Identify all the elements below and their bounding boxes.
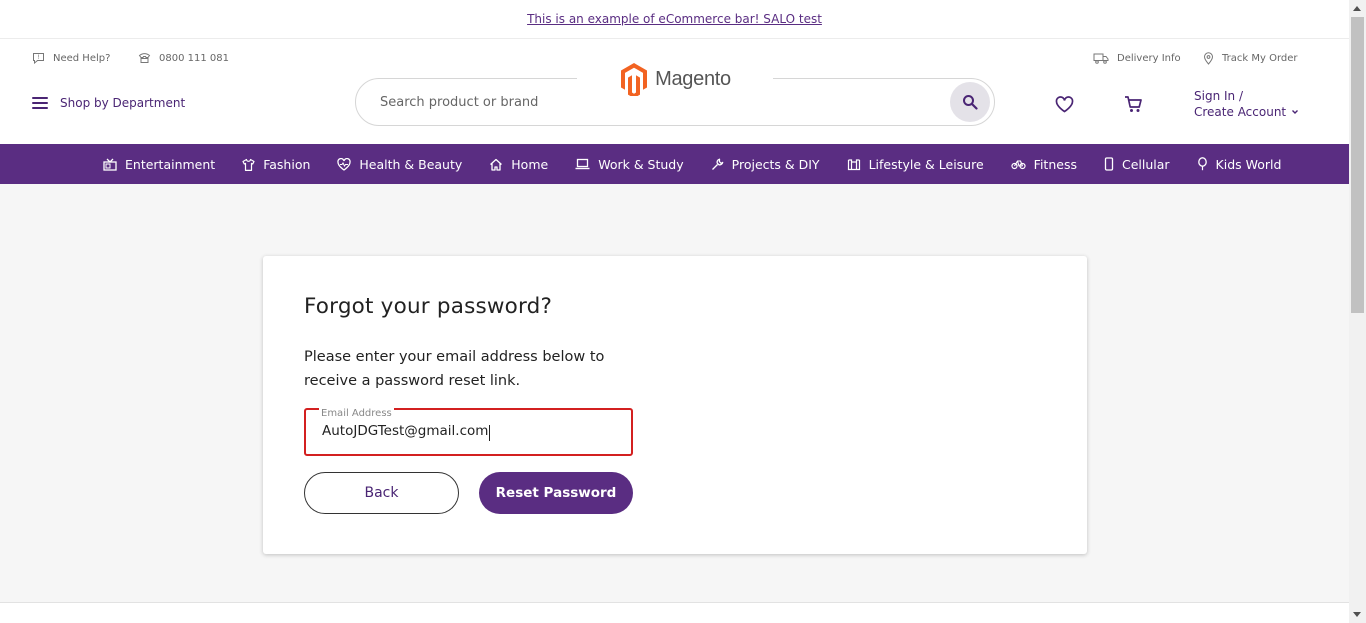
phone-icon — [1104, 157, 1114, 171]
scroll-down-arrow-icon[interactable] — [1353, 612, 1361, 617]
nav-label: Health & Beauty — [359, 156, 463, 172]
need-help-label: Need Help? — [53, 52, 111, 64]
page: This is an example of eCommerce bar! SAL… — [0, 0, 1349, 623]
logo-text: Magento — [655, 67, 731, 90]
back-button[interactable]: Back — [304, 472, 459, 514]
page-title: Forgot your password? — [304, 294, 553, 319]
scroll-up-arrow-icon[interactable] — [1353, 6, 1361, 11]
telephone-icon — [138, 53, 151, 63]
delivery-info-link[interactable]: Delivery Info — [1093, 52, 1181, 64]
phone-link[interactable]: 0800 111 081 — [138, 52, 229, 64]
email-field-label: Email Address — [319, 408, 394, 420]
header: ! Need Help? 0800 111 081 Delivery Info … — [0, 39, 1349, 144]
nav-label: Work & Study — [598, 156, 684, 172]
nav-item-kids-world[interactable]: Kids World — [1197, 156, 1282, 172]
chevron-down-icon — [1292, 110, 1299, 114]
sign-in-link[interactable]: Sign In / — [1194, 88, 1299, 104]
nav-item-fitness[interactable]: Fitness — [1011, 157, 1077, 172]
laptop-icon — [575, 158, 590, 170]
cart-button[interactable] — [1124, 95, 1143, 118]
search-icon — [963, 95, 978, 110]
nav-label: Entertainment — [125, 156, 216, 172]
nav-label: Kids World — [1215, 156, 1282, 172]
truck-icon — [1093, 53, 1109, 64]
footer-divider — [0, 602, 1349, 623]
text-cursor — [489, 425, 491, 441]
nav-item-cellular[interactable]: Cellular — [1104, 157, 1170, 172]
shop-by-department-button[interactable]: Shop by Department — [32, 96, 185, 110]
nav-label: Home — [511, 156, 549, 172]
tv-icon — [103, 158, 117, 171]
balloon-icon — [1197, 157, 1207, 171]
nav-item-fashion[interactable]: Fashion — [242, 157, 310, 172]
search-button[interactable] — [950, 82, 990, 122]
nav-label: Projects & DIY — [731, 156, 820, 172]
email-input[interactable] — [322, 423, 612, 439]
nav-label: Fitness — [1033, 156, 1077, 172]
shopping-cart-icon — [1125, 96, 1142, 112]
forgot-password-card: Forgot your password? Please enter your … — [263, 256, 1087, 554]
nav-label: Lifestyle & Leisure — [868, 156, 984, 172]
nav-item-entertainment[interactable]: Entertainment — [103, 157, 215, 172]
shirt-icon — [242, 158, 255, 171]
email-field: Email Address — [304, 408, 633, 456]
nav-item-lifestyle-leisure[interactable]: Lifestyle & Leisure — [847, 157, 984, 172]
nav-label: Cellular — [1121, 156, 1170, 172]
wrench-icon — [711, 158, 723, 170]
chat-help-icon: ! — [33, 53, 44, 64]
scrollbar-thumb[interactable] — [1351, 17, 1364, 313]
bicycle-icon — [1011, 160, 1026, 170]
svg-text:!: ! — [37, 54, 39, 61]
phone-number: 0800 111 081 — [159, 52, 229, 64]
home-icon — [490, 158, 503, 171]
create-account-link[interactable]: Create Account — [1194, 104, 1286, 120]
nav-label: Fashion — [263, 156, 311, 172]
magento-logo-icon — [621, 63, 648, 96]
location-pin-icon — [1203, 52, 1214, 65]
heart-pulse-icon — [337, 157, 352, 171]
form-description: Please enter your email address below to… — [304, 349, 605, 389]
nav-item-home[interactable]: Home — [489, 157, 548, 172]
nav-item-health-beauty[interactable]: Health & Beauty — [337, 157, 462, 172]
wishlist-button[interactable] — [1055, 96, 1074, 117]
need-help-link[interactable]: ! Need Help? — [32, 52, 110, 64]
shop-by-department-label: Shop by Department — [60, 96, 186, 110]
reset-password-button[interactable]: Reset Password — [479, 472, 633, 514]
nav-item-projects-diy[interactable]: Projects & DIY — [711, 157, 820, 172]
heart-icon — [1055, 96, 1074, 113]
book-icon — [847, 158, 860, 170]
nav-item-work-study[interactable]: Work & Study — [575, 156, 684, 172]
track-order-link[interactable]: Track My Order — [1203, 52, 1298, 65]
hamburger-menu-icon — [32, 97, 48, 109]
category-nav: Entertainment Fashion Health & Beauty Ho… — [0, 144, 1349, 184]
account-menu[interactable]: Sign In / Create Account — [1194, 88, 1299, 120]
promo-bar: This is an example of eCommerce bar! SAL… — [0, 0, 1349, 39]
delivery-info-label: Delivery Info — [1117, 52, 1181, 64]
magento-logo[interactable]: Magento — [577, 55, 773, 103]
vertical-scrollbar[interactable] — [1349, 0, 1366, 623]
track-order-label: Track My Order — [1222, 53, 1298, 64]
promo-link[interactable]: This is an example of eCommerce bar! SAL… — [527, 12, 822, 26]
